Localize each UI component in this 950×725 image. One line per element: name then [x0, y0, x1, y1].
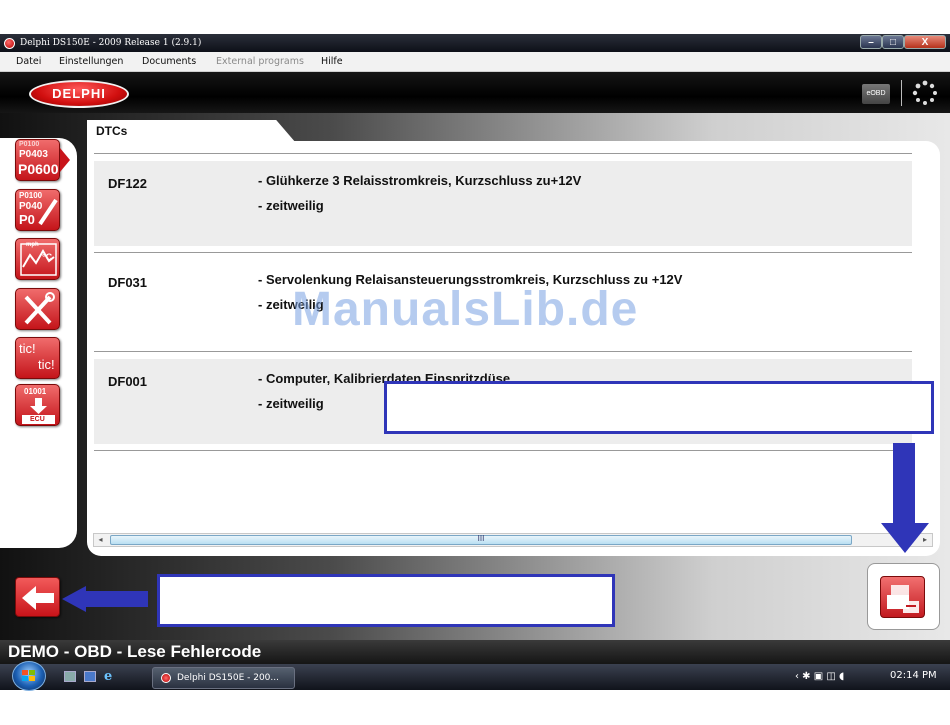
internet-explorer-icon[interactable]: e [104, 669, 112, 684]
printer-icon [887, 585, 919, 613]
back-button[interactable] [15, 577, 60, 617]
clock[interactable]: 02:14 PM [890, 670, 937, 681]
dtc-line-3: P0600 [18, 161, 59, 177]
scroll-thumb[interactable]: III [110, 534, 852, 545]
dtc-line-2: P0403 [19, 149, 48, 160]
windows-flag-icon [22, 670, 35, 681]
dtc-code: DF122 [108, 176, 148, 191]
scroll-grip: III [477, 534, 485, 543]
loading-wheel-icon[interactable] [910, 78, 940, 108]
eobd-badge[interactable]: eOBD [862, 84, 890, 104]
status-bar: DEMO - OBD - Lese Fehlercode [0, 640, 950, 664]
sidebar-item-actuators[interactable]: tic! tic! [15, 337, 60, 379]
celsius-label: °C [42, 252, 53, 262]
ecu-label: ECU [30, 416, 45, 423]
tic-label-1: tic! [19, 341, 36, 356]
system-tray[interactable]: ‹ ✱ ▣ ◫ ◖ [795, 671, 844, 682]
tab-dtcs-label: DTCs [96, 124, 128, 138]
mph-label: mph [26, 242, 39, 248]
menu-bar: Datei Einstellungen Documents External p… [0, 52, 950, 72]
watermark: ManualsLib.de [292, 283, 639, 336]
dtc-status: - zeitweilig [258, 198, 324, 213]
annotation-box-back [157, 574, 615, 627]
menu-external-programs: External programs [216, 56, 304, 67]
dtc-description: - Glühkerze 3 Relaisstromkreis, Kurzschl… [258, 173, 582, 188]
close-button[interactable]: X [904, 35, 946, 49]
delphi-logo: DELPHI [29, 80, 129, 108]
dtc-row[interactable]: DF122 - Glühkerze 3 Relaisstromkreis, Ku… [94, 161, 912, 246]
sidebar-item-read-dtc[interactable]: P0100 P0403 P0600 [15, 139, 60, 181]
dtc-code: DF001 [108, 374, 148, 389]
minimize-icon: – [868, 37, 874, 48]
row-divider [94, 450, 912, 451]
show-desktop-icon[interactable] [64, 671, 76, 682]
status-text: DEMO - OBD - Lese Fehlercode [8, 642, 262, 661]
delphi-app-icon [161, 673, 171, 683]
maximize-button[interactable]: □ [882, 35, 904, 49]
sidebar-item-ecu-download[interactable]: 01001 ECU [15, 384, 60, 426]
annotation-arrow-left-icon [62, 586, 148, 612]
header-divider [901, 80, 902, 106]
title-bar: Delphi DS150E - 2009 Release 1 (2.9.1) –… [0, 34, 950, 52]
annotation-box-print [384, 381, 934, 434]
active-pointer-icon [60, 148, 70, 172]
dtc-line-1: P0100 [19, 141, 40, 148]
app-header [0, 72, 950, 113]
row-divider [94, 252, 912, 253]
scroll-left-arrow-icon[interactable]: ◂ [94, 534, 107, 546]
maximize-icon: □ [889, 37, 897, 48]
close-icon: X [921, 37, 929, 48]
print-button[interactable] [880, 576, 925, 618]
window-title: Delphi DS150E - 2009 Release 1 (2.9.1) [20, 38, 202, 48]
sidebar-item-tools[interactable] [15, 288, 60, 330]
minimize-button[interactable]: – [860, 35, 882, 49]
app-icon [4, 38, 15, 49]
dtc-code: DF031 [108, 275, 148, 290]
eraser-icon [38, 198, 58, 226]
back-arrow-icon [22, 586, 54, 610]
annotation-arrow-down-icon [881, 443, 929, 553]
switch-windows-icon[interactable] [84, 671, 96, 682]
menu-hilfe[interactable]: Hilfe [321, 56, 343, 67]
tools-icon [24, 292, 55, 325]
sidebar-item-live-data[interactable]: mph °C [15, 238, 60, 280]
header-divider-line [94, 153, 912, 154]
taskbar-item-delphi[interactable]: Delphi DS150E - 200... [152, 667, 295, 689]
taskbar-item-label: Delphi DS150E - 200... [177, 673, 279, 683]
menu-datei[interactable]: Datei [16, 56, 41, 67]
tic-label-2: tic! [38, 357, 55, 372]
dtc-status: - zeitweilig [258, 396, 324, 411]
menu-documents[interactable]: Documents [142, 56, 196, 67]
row-divider [94, 351, 912, 352]
horizontal-scrollbar[interactable]: ◂ III ▸ [93, 533, 933, 547]
menu-einstellungen[interactable]: Einstellungen [59, 56, 123, 67]
sidebar-item-erase-dtc[interactable]: P0100 P040 P0 [15, 189, 60, 231]
